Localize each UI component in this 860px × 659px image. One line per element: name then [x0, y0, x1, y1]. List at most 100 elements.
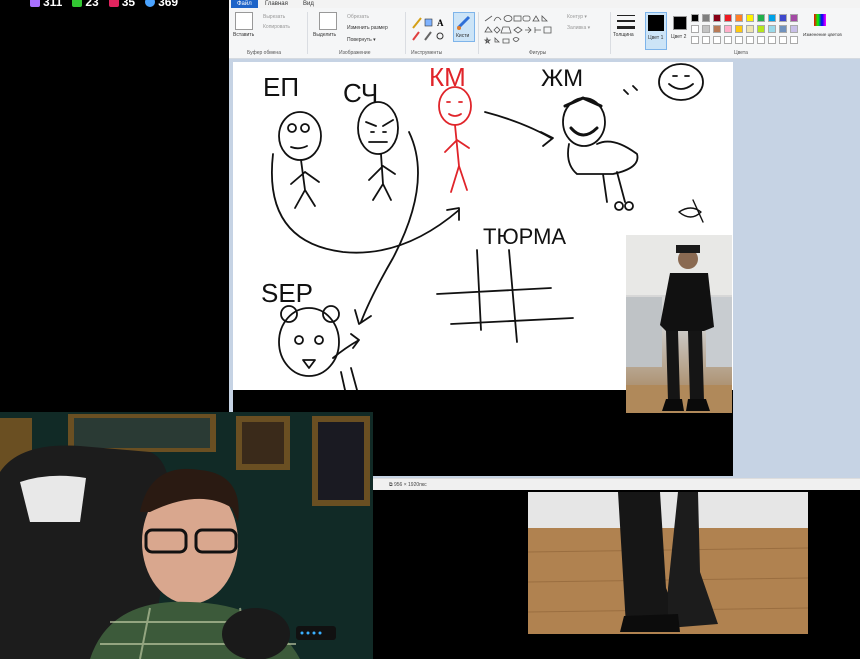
palette-swatch-empty[interactable] [779, 36, 787, 44]
palette-swatch[interactable] [702, 14, 710, 22]
palette-swatch-empty[interactable] [691, 36, 699, 44]
palette-swatch[interactable] [691, 14, 699, 22]
paste-button[interactable]: Вставить [233, 32, 254, 38]
palette-swatch[interactable] [757, 25, 765, 33]
star-icon [72, 0, 83, 7]
figure-zhm-beard [569, 126, 599, 137]
palette-swatch[interactable] [735, 25, 743, 33]
reference-photo-man [626, 235, 732, 413]
label-zhm: ЖМ [541, 65, 583, 92]
palette-swatch-empty[interactable] [790, 36, 798, 44]
figure-ep-body [290, 159, 320, 209]
palette-swatch[interactable] [757, 14, 765, 22]
palette-swatch-empty[interactable] [713, 36, 721, 44]
edit-colors-button[interactable]: Изменение цветов [803, 32, 843, 37]
stat-viewers: 369 [145, 0, 178, 9]
color-palette [691, 14, 801, 44]
shapes-group-label: Фигуры [529, 50, 547, 56]
tools-icons[interactable]: A [411, 16, 451, 42]
canvas-size: 956 × 1920пкс [393, 482, 427, 488]
menu-view[interactable]: Вид [297, 0, 320, 8]
palette-swatch[interactable] [735, 14, 743, 22]
fill-button[interactable]: Заливка ▾ [567, 25, 590, 31]
svg-text:A: A [437, 18, 444, 28]
shapes-gallery[interactable] [483, 14, 561, 44]
palette-swatch[interactable] [790, 25, 798, 33]
paste-icon[interactable] [235, 12, 253, 30]
label-km: КМ [429, 62, 466, 92]
palette-swatch-empty[interactable] [702, 36, 710, 44]
figure-zhm-body [567, 140, 639, 203]
figure-ep-head [278, 111, 322, 161]
size-icon[interactable] [615, 12, 637, 32]
bot-icon [108, 0, 119, 7]
figure-sch-body [368, 153, 396, 201]
select-icon[interactable] [319, 12, 337, 30]
size-button[interactable]: Толщина [613, 32, 634, 38]
stat-bots: 35 [108, 0, 135, 9]
outline-button[interactable]: Контур ▾ [567, 14, 587, 20]
prison-grid [436, 249, 574, 343]
stat-followers: 311 [30, 0, 62, 9]
zhm-sparks [623, 85, 638, 95]
ribbon: Вставить Вырезать Копировать Буфер обмен… [229, 8, 860, 59]
scribble [678, 199, 704, 223]
label-sch: СЧ [343, 78, 378, 108]
palette-swatch[interactable] [713, 25, 721, 33]
status-bar: ⧉ 956 × 1920пкс [369, 478, 860, 490]
color1-button[interactable]: Цвет 1 [645, 12, 667, 50]
palette-swatch[interactable] [724, 14, 732, 22]
palette-swatch-empty[interactable] [746, 36, 754, 44]
palette-swatch-empty[interactable] [735, 36, 743, 44]
label-ser: SЕР [261, 278, 313, 308]
menu-bar: Файл Главная Вид [229, 0, 860, 8]
clipboard-group-label: Буфер обмена [247, 50, 281, 56]
figure-sch-head [357, 101, 399, 155]
cut-button[interactable]: Вырезать [263, 14, 285, 20]
tools-group-label: Инструменты [411, 50, 443, 56]
resize-button[interactable]: Изменить размер [347, 25, 388, 31]
palette-swatch[interactable] [746, 25, 754, 33]
palette-swatch[interactable] [768, 14, 776, 22]
photo-man-image [626, 235, 732, 413]
figure-ser-head [278, 307, 340, 377]
figure-ep-glasses-right [300, 123, 310, 133]
figure-sch-face [365, 119, 394, 143]
viewers-icon [145, 0, 156, 7]
menu-file[interactable]: Файл [231, 0, 258, 8]
palette-swatch[interactable] [691, 25, 699, 33]
palette-swatch[interactable] [713, 14, 721, 22]
palette-swatch[interactable] [746, 14, 754, 22]
reference-photo-boots [528, 492, 808, 634]
palette-swatch[interactable] [702, 25, 710, 33]
figure-km-head [438, 86, 472, 126]
webcam-feed [0, 412, 373, 659]
palette-swatch[interactable] [779, 25, 787, 33]
arrow-ep-to-km [271, 153, 460, 254]
menu-home[interactable]: Главная [259, 0, 294, 8]
edit-colors-icon[interactable] [813, 13, 827, 27]
palette-swatch[interactable] [790, 14, 798, 22]
palette-swatch-empty[interactable] [757, 36, 765, 44]
label-ep: ЕП [263, 72, 299, 102]
stat-subs: 23 [72, 0, 99, 9]
palette-swatch-empty[interactable] [724, 36, 732, 44]
figure-ep-mouth [290, 145, 308, 150]
palette-swatch[interactable] [768, 25, 776, 33]
webcam-image [0, 412, 373, 659]
color1-swatch [648, 15, 664, 31]
figure-km-body [444, 124, 470, 193]
brush-icon [456, 15, 471, 30]
rotate-button[interactable]: Повернуть ▾ [347, 37, 376, 43]
image-group-label: Изображение [339, 50, 371, 56]
color2-button[interactable]: Цвет 2 [669, 12, 689, 48]
copy-button[interactable]: Копировать [263, 24, 290, 30]
palette-swatch[interactable] [724, 25, 732, 33]
palette-swatch-empty[interactable] [768, 36, 776, 44]
palette-swatch[interactable] [779, 14, 787, 22]
select-button[interactable]: Выделить [313, 32, 336, 38]
arrow-sch-to-ser [360, 131, 419, 323]
brushes-button[interactable]: Кисти [453, 12, 475, 42]
crop-button[interactable]: Обрезать [347, 14, 369, 20]
label-prison: ТЮРМА [483, 224, 566, 249]
